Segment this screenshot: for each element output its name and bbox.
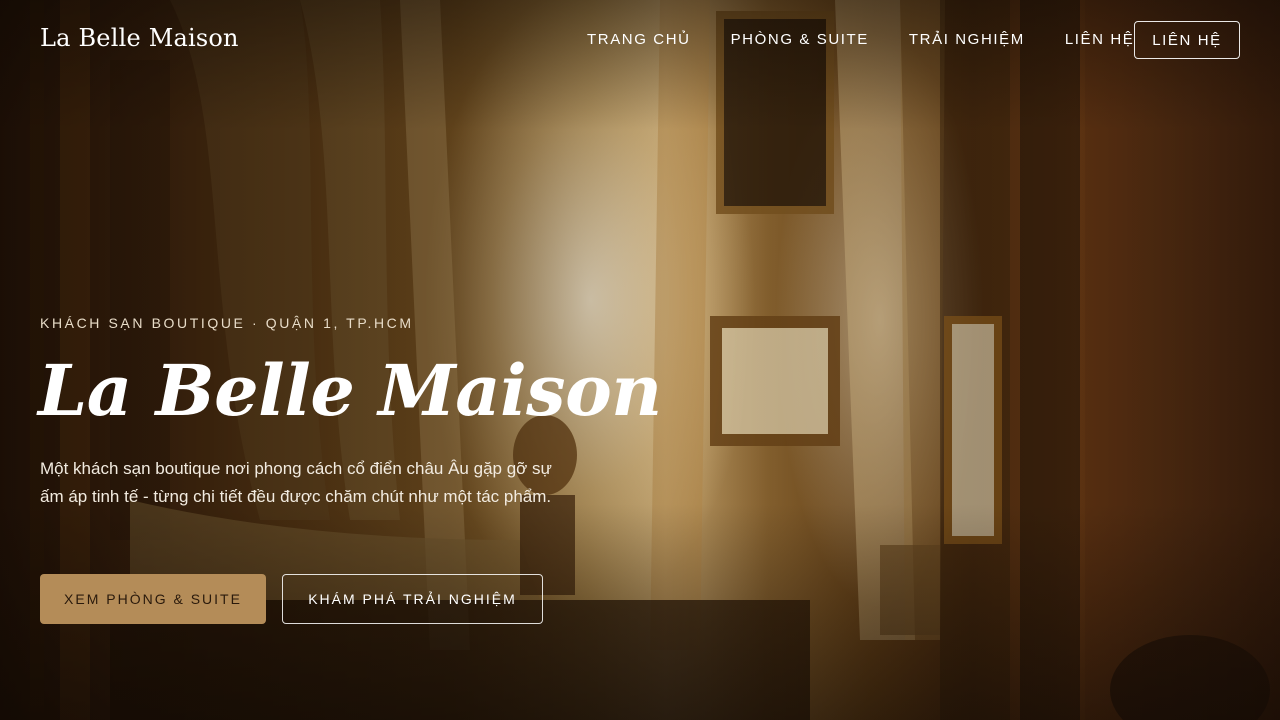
view-rooms-button[interactable]: XEM PHÒNG & SUITE [40, 574, 266, 624]
hero-title: La Belle Maison [38, 349, 662, 432]
contact-button[interactable]: LIÊN HỆ [1134, 21, 1240, 59]
main-nav: TRANG CHỦ PHÒNG & SUITE TRẢI NGHIỆM LIÊN… [587, 30, 1174, 50]
site-logo[interactable]: La Belle Maison [40, 24, 239, 52]
hero-description: Một khách sạn boutique nơi phong cách cổ… [40, 459, 552, 506]
nav-item-rooms-suites[interactable]: PHÒNG & SUITE [731, 30, 869, 50]
hero-eyebrow: KHÁCH SẠN BOUTIQUE · QUẬN 1, TP.HCM [40, 315, 414, 331]
nav-item-home[interactable]: TRANG CHỦ [587, 30, 691, 50]
nav-item-experiences[interactable]: TRẢI NGHIỆM [909, 30, 1025, 50]
hero-section: La Belle Maison TRANG CHỦ PHÒNG & SUITE … [0, 0, 1280, 720]
nav-item-contact[interactable]: LIÊN HỆ [1065, 30, 1135, 50]
explore-experiences-button[interactable]: KHÁM PHÁ TRẢI NGHIỆM [282, 574, 543, 624]
